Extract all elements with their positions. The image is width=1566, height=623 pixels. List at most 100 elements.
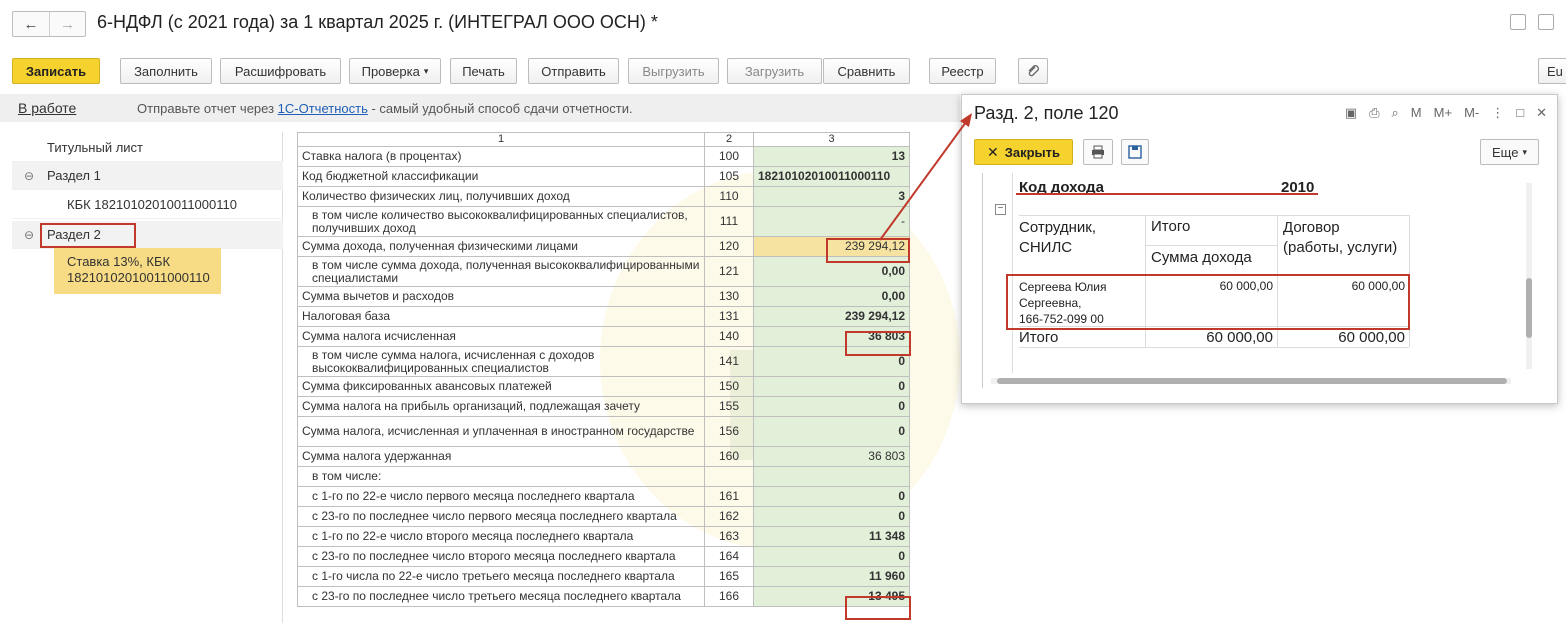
scroll-thumb[interactable] (1526, 278, 1532, 338)
save-icon[interactable] (1510, 14, 1526, 30)
row-value[interactable]: 0 (753, 486, 910, 507)
nav-section-2[interactable]: ⊖ Раздел 2 (12, 221, 283, 249)
row-code: 130 (704, 286, 754, 307)
table-row: Сумма налога удержанная 160 36 803 (297, 446, 910, 467)
table-row: Сумма налога, исчисленная и уплаченная в… (297, 416, 910, 447)
row-value[interactable]: 0 (753, 346, 910, 377)
row-code: 100 (704, 146, 754, 167)
forward-arrow-icon[interactable]: → (49, 12, 85, 36)
fill-button[interactable]: Заполнить (120, 58, 212, 84)
popup-report: − Код дохода 2010 Сотрудник, СНИЛС Итого… (982, 173, 1532, 388)
row-label: Сумма дохода, полученная физическими лиц… (297, 236, 705, 257)
row-label: в том числе сумма дохода, полученная выс… (297, 256, 705, 287)
row-label: с 1-го по 22-е число второго месяца посл… (297, 526, 705, 547)
attachment-icon[interactable] (1018, 58, 1048, 84)
row-label: Сумма фиксированных авансовых платежей (297, 376, 705, 397)
row-code (704, 466, 754, 487)
row-label: Сумма налога на прибыль организаций, под… (297, 396, 705, 417)
print-button[interactable]: Печать (450, 58, 517, 84)
row-value[interactable]: 3 (753, 186, 910, 207)
maximize-icon[interactable]: □ (1516, 105, 1524, 121)
table-row: с 1-го по 22-е число второго месяца посл… (297, 526, 910, 547)
nav-section-1[interactable]: ⊖ Раздел 1 (12, 162, 283, 190)
grid-line (1277, 215, 1278, 347)
row-value[interactable]: 239 294,12 (753, 236, 910, 257)
status-link[interactable]: В работе (18, 100, 76, 116)
popup-more-label: Еще (1492, 144, 1519, 160)
memory-minus-icon[interactable]: M- (1464, 105, 1479, 121)
info-bar: В работе Отправьте отчет через 1С-Отчетн… (0, 94, 960, 122)
row-value[interactable]: 239 294,12 (753, 306, 910, 327)
check-button[interactable]: Проверка ▾ (349, 58, 441, 84)
print-icon[interactable] (1083, 139, 1113, 165)
footer-contract: 60 000,00 (1338, 329, 1405, 346)
nav-kbk-1[interactable]: КБК 18210102010011000110 (12, 191, 283, 219)
employee-cell[interactable]: Сергеева Юлия Сергеевна, 166-752-099 00 (1019, 279, 1107, 327)
popup-close-button[interactable]: ✕ Закрыть (974, 139, 1073, 165)
check-button-label: Проверка (361, 63, 420, 79)
more-vertical-icon[interactable]: ⋮ (1491, 105, 1504, 121)
table-row: Сумма налога исчисленная 140 36 803 (297, 326, 910, 347)
row-value[interactable]: 11 960 (753, 566, 910, 587)
row-value[interactable]: 13 (753, 146, 910, 167)
import-button[interactable]: Загрузить (727, 58, 822, 84)
employee-contract[interactable]: 60 000,00 (1279, 279, 1405, 293)
row-value[interactable]: 36 803 (753, 326, 910, 347)
col-contract-header: Договор (работы, услуги) (1283, 219, 1398, 256)
row-value (753, 466, 910, 487)
header-cell: 1 (297, 132, 705, 147)
popup-more-button[interactable]: Еще ▾ (1480, 139, 1539, 165)
send-button[interactable]: Отправить (528, 58, 619, 84)
row-label: в том числе: (297, 466, 705, 487)
preview-icon[interactable]: ⌕ (1392, 105, 1399, 121)
more-button[interactable]: Eu (1538, 58, 1566, 84)
row-value[interactable]: 0,00 (753, 286, 910, 307)
save-button[interactable]: Записать (12, 58, 100, 84)
row-value[interactable]: 0 (753, 546, 910, 567)
grid-line (1409, 215, 1410, 347)
collapse-icon[interactable]: − (995, 204, 1006, 215)
row-value[interactable]: 0,00 (753, 256, 910, 287)
registry-button[interactable]: Реестр (929, 58, 996, 84)
row-value[interactable]: 13 495 (753, 586, 910, 607)
reporting-link[interactable]: 1С-Отчетность (278, 101, 368, 116)
table-row: Количество физических лиц, получивших до… (297, 186, 910, 207)
memory-icon[interactable]: M (1411, 105, 1422, 121)
close-icon[interactable]: ✕ (1536, 105, 1547, 121)
table-row: с 23-го по последнее число третьего меся… (297, 586, 910, 607)
export-button[interactable]: Выгрузить (628, 58, 719, 84)
print-icon[interactable] (1538, 14, 1554, 30)
scroll-thumb[interactable] (997, 378, 1507, 384)
back-arrow-icon[interactable]: ← (13, 12, 49, 36)
employee-total[interactable]: 60 000,00 (1147, 279, 1273, 293)
collapse-icon[interactable]: ⊖ (24, 169, 34, 183)
save-icon[interactable] (1121, 139, 1149, 165)
vertical-scrollbar[interactable] (1526, 183, 1532, 369)
row-code: 131 (704, 306, 754, 327)
table-row: с 23-го по последнее число первого месяц… (297, 506, 910, 527)
row-value[interactable]: 18210102010011000110 (753, 166, 910, 187)
grid-line (1145, 245, 1277, 246)
row-value[interactable]: 0 (753, 416, 910, 447)
row-value[interactable]: 0 (753, 376, 910, 397)
horizontal-scrollbar[interactable] (991, 378, 1511, 384)
col-total-header: Итого (1151, 218, 1191, 235)
row-value[interactable]: 11 348 (753, 526, 910, 547)
nav-section-1-label: Раздел 1 (47, 168, 101, 183)
decode-button[interactable]: Расшифровать (220, 58, 341, 84)
save-icon[interactable]: ▣ (1345, 105, 1357, 121)
table-row: в том числе: (297, 466, 910, 487)
info-text: Отправьте отчет через 1С-Отчетность - са… (137, 101, 633, 116)
nav-selected-rate[interactable]: Ставка 13%, КБК 18210102010011000110 (54, 248, 221, 294)
print-icon[interactable]: ⎙ (1369, 105, 1379, 121)
row-value[interactable]: 0 (753, 396, 910, 417)
row-code: 140 (704, 326, 754, 347)
nav-title-page[interactable]: Титульный лист (12, 134, 283, 162)
row-value[interactable]: 36 803 (753, 446, 910, 467)
row-value[interactable]: - (753, 206, 910, 237)
compare-button[interactable]: Сравнить (823, 58, 910, 84)
row-value[interactable]: 0 (753, 506, 910, 527)
memory-plus-icon[interactable]: M+ (1434, 105, 1452, 121)
row-label: в том числе сумма налога, исчисленная с … (297, 346, 705, 377)
collapse-icon[interactable]: ⊖ (24, 228, 34, 242)
